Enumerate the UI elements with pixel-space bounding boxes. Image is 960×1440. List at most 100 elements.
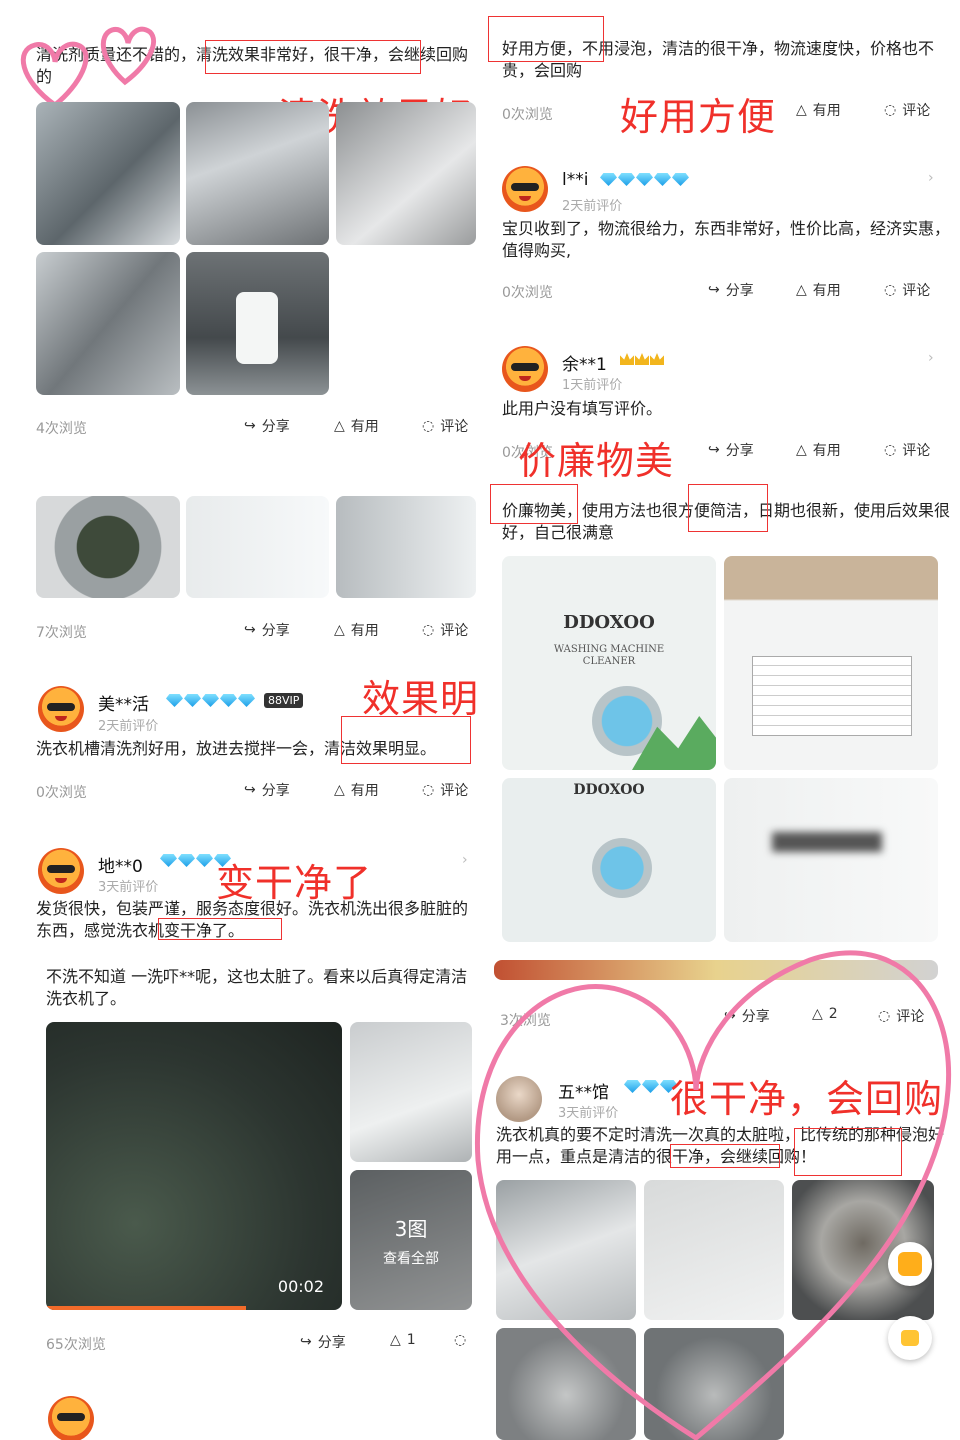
comment-icon: ◌ bbox=[884, 282, 897, 298]
useful-button[interactable]: △ 有用 bbox=[334, 416, 379, 436]
avatar[interactable] bbox=[502, 346, 548, 392]
share-button[interactable]: ↪ 分享 bbox=[244, 416, 290, 436]
avatar[interactable] bbox=[38, 848, 84, 894]
avatar[interactable] bbox=[496, 1076, 542, 1122]
review-photo[interactable] bbox=[36, 496, 180, 598]
review-photo[interactable] bbox=[644, 1180, 784, 1320]
diamond-level-icon bbox=[600, 173, 689, 186]
user-name: 地**0 bbox=[98, 857, 143, 877]
useful-button[interactable]: △ 有用 bbox=[334, 620, 379, 640]
avatar[interactable] bbox=[38, 686, 84, 732]
comment-button[interactable]: ◌ 评论 bbox=[884, 440, 930, 460]
comment-button[interactable]: ◌ 评论 bbox=[884, 100, 930, 120]
triangle-icon: △ bbox=[334, 418, 345, 434]
float-cart-button[interactable] bbox=[888, 1242, 932, 1286]
share-icon: ↪ bbox=[244, 622, 256, 638]
crown-level-icon bbox=[620, 353, 664, 365]
review-photo[interactable] bbox=[336, 496, 476, 598]
comment-icon: ◌ bbox=[422, 782, 435, 798]
chevron-icon[interactable]: › bbox=[928, 350, 934, 366]
review-photo[interactable] bbox=[496, 1328, 636, 1440]
review-time: 3天前评价 bbox=[98, 880, 159, 895]
annotation-label: 效果明显 bbox=[362, 677, 478, 721]
share-icon: ↪ bbox=[724, 1008, 736, 1024]
comment-icon: ◌ bbox=[422, 622, 435, 638]
review-text: 洗衣机真的要不定时清洗一次真的太脏啦，比传统的那种侵泡好用一点，重点是清洁的很干… bbox=[496, 1125, 945, 1166]
review-photo[interactable] bbox=[36, 102, 180, 245]
share-icon: ↪ bbox=[708, 442, 720, 458]
view-count: 0次浏览 bbox=[502, 285, 553, 301]
share-button[interactable]: ↪ 分享 bbox=[708, 440, 754, 460]
view-count: 65次浏览 bbox=[46, 1337, 106, 1353]
triangle-icon: △ bbox=[390, 1332, 401, 1348]
avatar[interactable] bbox=[48, 1396, 94, 1440]
triangle-icon: △ bbox=[796, 442, 807, 458]
chevron-icon[interactable]: › bbox=[928, 170, 934, 186]
comment-button[interactable]: ◌ bbox=[454, 1332, 466, 1348]
comment-button[interactable]: ◌ 评论 bbox=[878, 1006, 924, 1026]
review-photo[interactable] bbox=[336, 102, 476, 245]
comment-button[interactable]: ◌ 评论 bbox=[422, 620, 468, 640]
share-icon: ↪ bbox=[708, 282, 720, 298]
review-photo[interactable] bbox=[350, 1022, 472, 1162]
right-screenshot: 好用方便，不用浸泡，清洁的很干净，物流速度快，价格也不贵，会回购 0次浏览 好用… bbox=[482, 0, 960, 1440]
view-count: 0次浏览 bbox=[36, 785, 87, 801]
annotation-label: 价廉物美 bbox=[518, 439, 675, 483]
comment-button[interactable]: ◌ 评论 bbox=[884, 280, 930, 300]
review-photo[interactable] bbox=[186, 496, 329, 598]
useful-button[interactable]: △ 有用 bbox=[796, 280, 841, 300]
triangle-icon: △ bbox=[796, 282, 807, 298]
review-photo[interactable] bbox=[186, 102, 329, 245]
review-video[interactable]: 00:02 bbox=[46, 1022, 342, 1310]
user-name: 美**活 bbox=[98, 695, 149, 715]
view-all-photos[interactable]: 3图 查看全部 bbox=[350, 1170, 472, 1310]
share-button[interactable]: ↪ 分享 bbox=[244, 620, 290, 640]
comment-icon: ◌ bbox=[884, 102, 897, 118]
share-button[interactable]: ↪ 分享 bbox=[708, 280, 754, 300]
review-time: 2天前评价 bbox=[98, 719, 159, 734]
left-screenshot: 清洗剂质量还不错的，清洗效果非常好，很干净，会继续回购的 清洗效果好 4次浏览 … bbox=[0, 0, 478, 1440]
cart-icon bbox=[898, 1252, 922, 1276]
review-photo[interactable] bbox=[36, 252, 180, 395]
useful-button[interactable]: △ 有用 bbox=[796, 100, 841, 120]
review-time: 1天前评价 bbox=[562, 378, 623, 393]
share-icon: ↪ bbox=[244, 418, 256, 434]
product-photo[interactable]: DDOXOO WASHING MACHINE CLEANER bbox=[502, 556, 716, 770]
user-name: l**i bbox=[562, 170, 589, 190]
vip-badge: 88VIP bbox=[264, 693, 304, 708]
question-icon bbox=[901, 1330, 919, 1346]
review-photo[interactable] bbox=[496, 1180, 636, 1320]
comment-icon: ◌ bbox=[884, 442, 897, 458]
share-button[interactable]: ↪ 分享 bbox=[300, 1332, 346, 1352]
share-icon: ↪ bbox=[300, 1334, 312, 1350]
view-count: 3次浏览 bbox=[500, 1013, 551, 1029]
view-count: 0次浏览 bbox=[502, 107, 553, 123]
float-ask-button[interactable] bbox=[888, 1316, 932, 1360]
useful-button[interactable]: △ 1 bbox=[390, 1332, 416, 1348]
review-photo[interactable] bbox=[644, 1328, 784, 1440]
comment-icon: ◌ bbox=[454, 1332, 467, 1348]
annotation-label: 很干净，会回购 bbox=[670, 1077, 944, 1121]
avatar[interactable] bbox=[502, 166, 548, 212]
product-photo[interactable] bbox=[724, 556, 938, 770]
chevron-icon[interactable]: › bbox=[462, 852, 468, 868]
product-photo[interactable] bbox=[724, 778, 938, 942]
useful-button[interactable]: △ 有用 bbox=[796, 440, 841, 460]
product-photo[interactable]: DDOXOO bbox=[502, 778, 716, 942]
review-text: 价廉物美，使用方法也很方便简洁，日期也很新，使用后效果很好，自己很满意 bbox=[502, 501, 951, 542]
review-photo-strip[interactable] bbox=[494, 960, 938, 980]
review-photo[interactable] bbox=[186, 252, 329, 395]
review-text: 不洗不知道 一洗吓**呢，这也太脏了。看来以后真得定清洁洗衣机了。 bbox=[46, 967, 468, 1008]
useful-button[interactable]: △ 有用 bbox=[334, 780, 379, 800]
review-time: 3天前评价 bbox=[558, 1106, 619, 1121]
comment-icon: ◌ bbox=[878, 1008, 891, 1024]
review-text: 发货很快，包装严谨，服务态度很好。洗衣机洗出很多脏脏的东西，感觉洗衣机变干净了。 bbox=[36, 899, 469, 940]
useful-button[interactable]: △ 2 bbox=[812, 1006, 838, 1022]
view-count: 7次浏览 bbox=[36, 625, 87, 641]
user-name: 五**馆 bbox=[558, 1083, 609, 1103]
comment-button[interactable]: ◌ 评论 bbox=[422, 416, 468, 436]
review-text: 洗衣机槽清洗剂好用，放进去搅拌一会，清洁效果明显。 bbox=[36, 739, 437, 758]
share-button[interactable]: ↪ 分享 bbox=[244, 780, 290, 800]
comment-button[interactable]: ◌ 评论 bbox=[422, 780, 468, 800]
share-button[interactable]: ↪ 分享 bbox=[724, 1006, 770, 1026]
